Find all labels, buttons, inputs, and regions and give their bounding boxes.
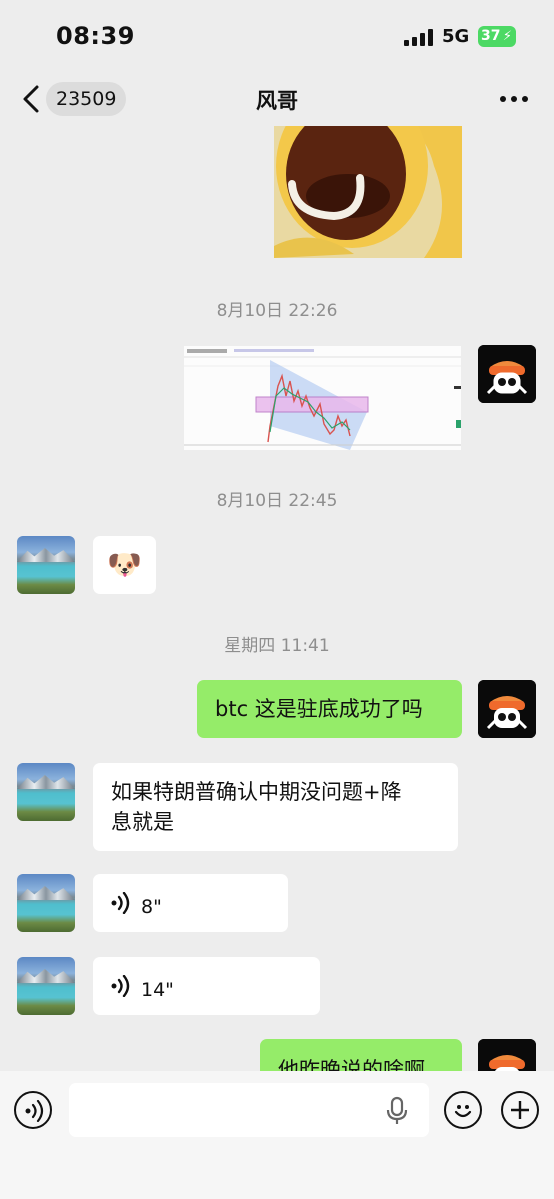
status-time: 08:39 (56, 22, 135, 50)
timestamp: 8月10日 22:26 (216, 301, 338, 321)
chat-title: 风哥 (256, 89, 298, 113)
more-options-icon[interactable] (500, 96, 528, 102)
voice-wave-icon (111, 892, 130, 914)
voice-message-bubble[interactable]: 8" (93, 874, 288, 932)
emoji-button[interactable] (444, 1091, 482, 1129)
input-bar (0, 1071, 554, 1199)
outgoing-message-bubble[interactable]: 他昨晚说的啥啊 (260, 1039, 462, 1071)
message-text: btc 这是驻底成功了吗 (215, 697, 423, 721)
battery-indicator: 37 ⚡ (478, 26, 516, 47)
charging-icon: ⚡ (502, 29, 512, 44)
message-text: 他昨晚说的啥啊 (278, 1058, 425, 1071)
contact-avatar[interactable] (17, 763, 75, 821)
message-text-line: 息就是 (111, 810, 174, 834)
voice-input-toggle-button[interactable] (14, 1091, 52, 1129)
voice-duration: 14" (141, 979, 174, 1001)
sticker-graphic (274, 126, 462, 258)
my-avatar[interactable] (478, 680, 536, 738)
signal-icon (404, 29, 434, 46)
chart-thumbnail-graphic (184, 346, 461, 450)
network-type: 5G (442, 26, 470, 47)
avatar-sticker-icon (478, 345, 536, 403)
plus-icon (511, 1101, 529, 1119)
incoming-message-bubble[interactable]: 如果特朗普确认中期没问题+降 息就是 (93, 763, 458, 851)
microphone-icon[interactable] (385, 1096, 409, 1126)
my-avatar[interactable] (478, 345, 536, 403)
message-list[interactable]: 8月10日 22:26 8月10日 22:45 🐶 星期四 11:41 btc … (0, 126, 554, 1071)
status-bar: 08:39 5G 37 ⚡ (0, 0, 554, 74)
smiley-icon (454, 1105, 472, 1118)
doge-emoji: 🐶 (107, 548, 142, 581)
message-input[interactable] (69, 1083, 429, 1137)
nav-bar: 23509 风哥 (0, 74, 554, 126)
avatar-sticker-icon (478, 680, 536, 738)
contact-avatar[interactable] (17, 957, 75, 1015)
timestamp: 星期四 11:41 (224, 636, 330, 656)
sticker-image[interactable] (274, 126, 462, 258)
avatar-sticker-icon (478, 1039, 536, 1071)
contact-avatar[interactable] (17, 536, 75, 594)
message-text-line: 如果特朗普确认中期没问题+降 (111, 780, 402, 804)
voice-message-bubble[interactable]: 14" (93, 957, 320, 1015)
voice-duration: 8" (141, 896, 162, 918)
chart-screenshot-image[interactable] (184, 346, 461, 450)
contact-avatar[interactable] (17, 874, 75, 932)
voice-wave-icon (111, 975, 130, 997)
voice-wave-icon (25, 1100, 44, 1122)
emoji-message-bubble[interactable]: 🐶 (93, 536, 156, 594)
outgoing-message-bubble[interactable]: btc 这是驻底成功了吗 (197, 680, 462, 738)
timestamp: 8月10日 22:45 (216, 491, 338, 511)
more-actions-button[interactable] (501, 1091, 539, 1129)
my-avatar[interactable] (478, 1039, 536, 1071)
battery-level: 37 (481, 28, 501, 44)
